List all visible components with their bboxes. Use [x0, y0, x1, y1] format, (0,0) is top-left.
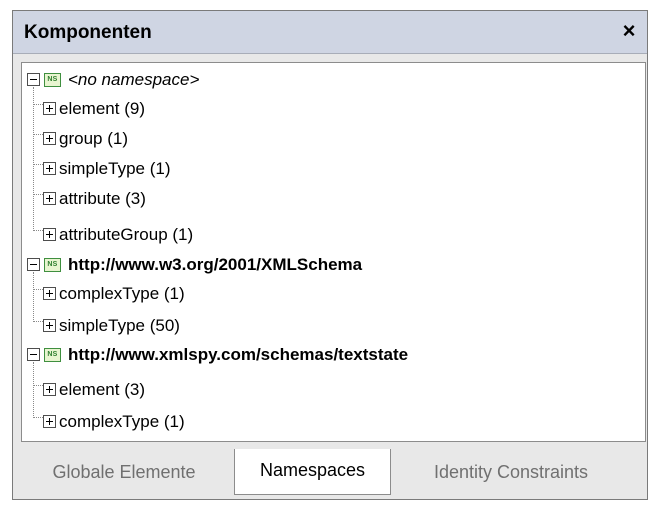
tab-namespaces[interactable]: Namespaces	[234, 449, 391, 495]
tree-node-label[interactable]: group (1)	[59, 129, 128, 149]
minus-box-icon[interactable]	[27, 73, 40, 86]
tree-node-complextype[interactable]: complexType (1)	[22, 283, 645, 308]
namespace-icon: NS	[44, 348, 61, 362]
tree-node-attributegroup[interactable]: attributeGroup (1)	[22, 224, 645, 249]
plus-box-icon[interactable]	[43, 319, 56, 332]
tree-node-label[interactable]: attributeGroup (1)	[59, 225, 193, 245]
tree-node-simpletype[interactable]: simpleType (1)	[22, 158, 645, 183]
tree-node-namespace[interactable]: NS <no namespace>	[22, 69, 645, 94]
panel-titlebar: Komponenten ×	[13, 11, 647, 54]
tree-node-namespace[interactable]: NS http://www.w3.org/2001/XMLSchema	[22, 254, 645, 279]
namespace-label[interactable]: http://www.w3.org/2001/XMLSchema	[68, 255, 362, 275]
components-panel: Komponenten × NS <no namespace> element …	[12, 10, 648, 500]
tree-node-label[interactable]: element (9)	[59, 99, 145, 119]
tree-node-element[interactable]: element (3)	[22, 379, 645, 404]
namespace-icon: NS	[44, 73, 61, 87]
tab-identity-constraints[interactable]: Identity Constraints	[393, 453, 629, 491]
plus-box-icon[interactable]	[43, 228, 56, 241]
tab-globale-elemente[interactable]: Globale Elemente	[23, 453, 225, 491]
namespace-label[interactable]: <no namespace>	[68, 70, 199, 90]
plus-box-icon[interactable]	[43, 192, 56, 205]
plus-box-icon[interactable]	[43, 383, 56, 396]
tree-node-simpletype[interactable]: simpleType (50)	[22, 315, 645, 340]
tree-node-label[interactable]: complexType (1)	[59, 412, 185, 432]
namespace-tree: NS <no namespace> element (9) group (1) …	[21, 62, 646, 442]
plus-box-icon[interactable]	[43, 415, 56, 428]
plus-box-icon[interactable]	[43, 287, 56, 300]
tree-node-label[interactable]: simpleType (50)	[59, 316, 180, 336]
namespace-icon: NS	[44, 258, 61, 272]
tree-node-group[interactable]: group (1)	[22, 128, 645, 153]
plus-box-icon[interactable]	[43, 102, 56, 115]
tab-bar: Globale Elemente Namespaces Identity Con…	[13, 447, 647, 499]
tree-node-complextype[interactable]: complexType (1)	[22, 411, 645, 436]
tree-node-attribute[interactable]: attribute (3)	[22, 188, 645, 213]
plus-box-icon[interactable]	[43, 132, 56, 145]
tree-node-label[interactable]: attribute (3)	[59, 189, 146, 209]
namespace-label[interactable]: http://www.xmlspy.com/schemas/textstate	[68, 345, 408, 365]
tree-node-label[interactable]: complexType (1)	[59, 284, 185, 304]
tree-node-namespace[interactable]: NS http://www.xmlspy.com/schemas/textsta…	[22, 344, 645, 369]
minus-box-icon[interactable]	[27, 258, 40, 271]
minus-box-icon[interactable]	[27, 348, 40, 361]
plus-box-icon[interactable]	[43, 162, 56, 175]
tree-node-element[interactable]: element (9)	[22, 98, 645, 123]
panel-title: Komponenten	[24, 22, 152, 43]
tree-node-label[interactable]: simpleType (1)	[59, 159, 170, 179]
close-icon[interactable]: ×	[617, 19, 641, 43]
tree-node-label[interactable]: element (3)	[59, 380, 145, 400]
